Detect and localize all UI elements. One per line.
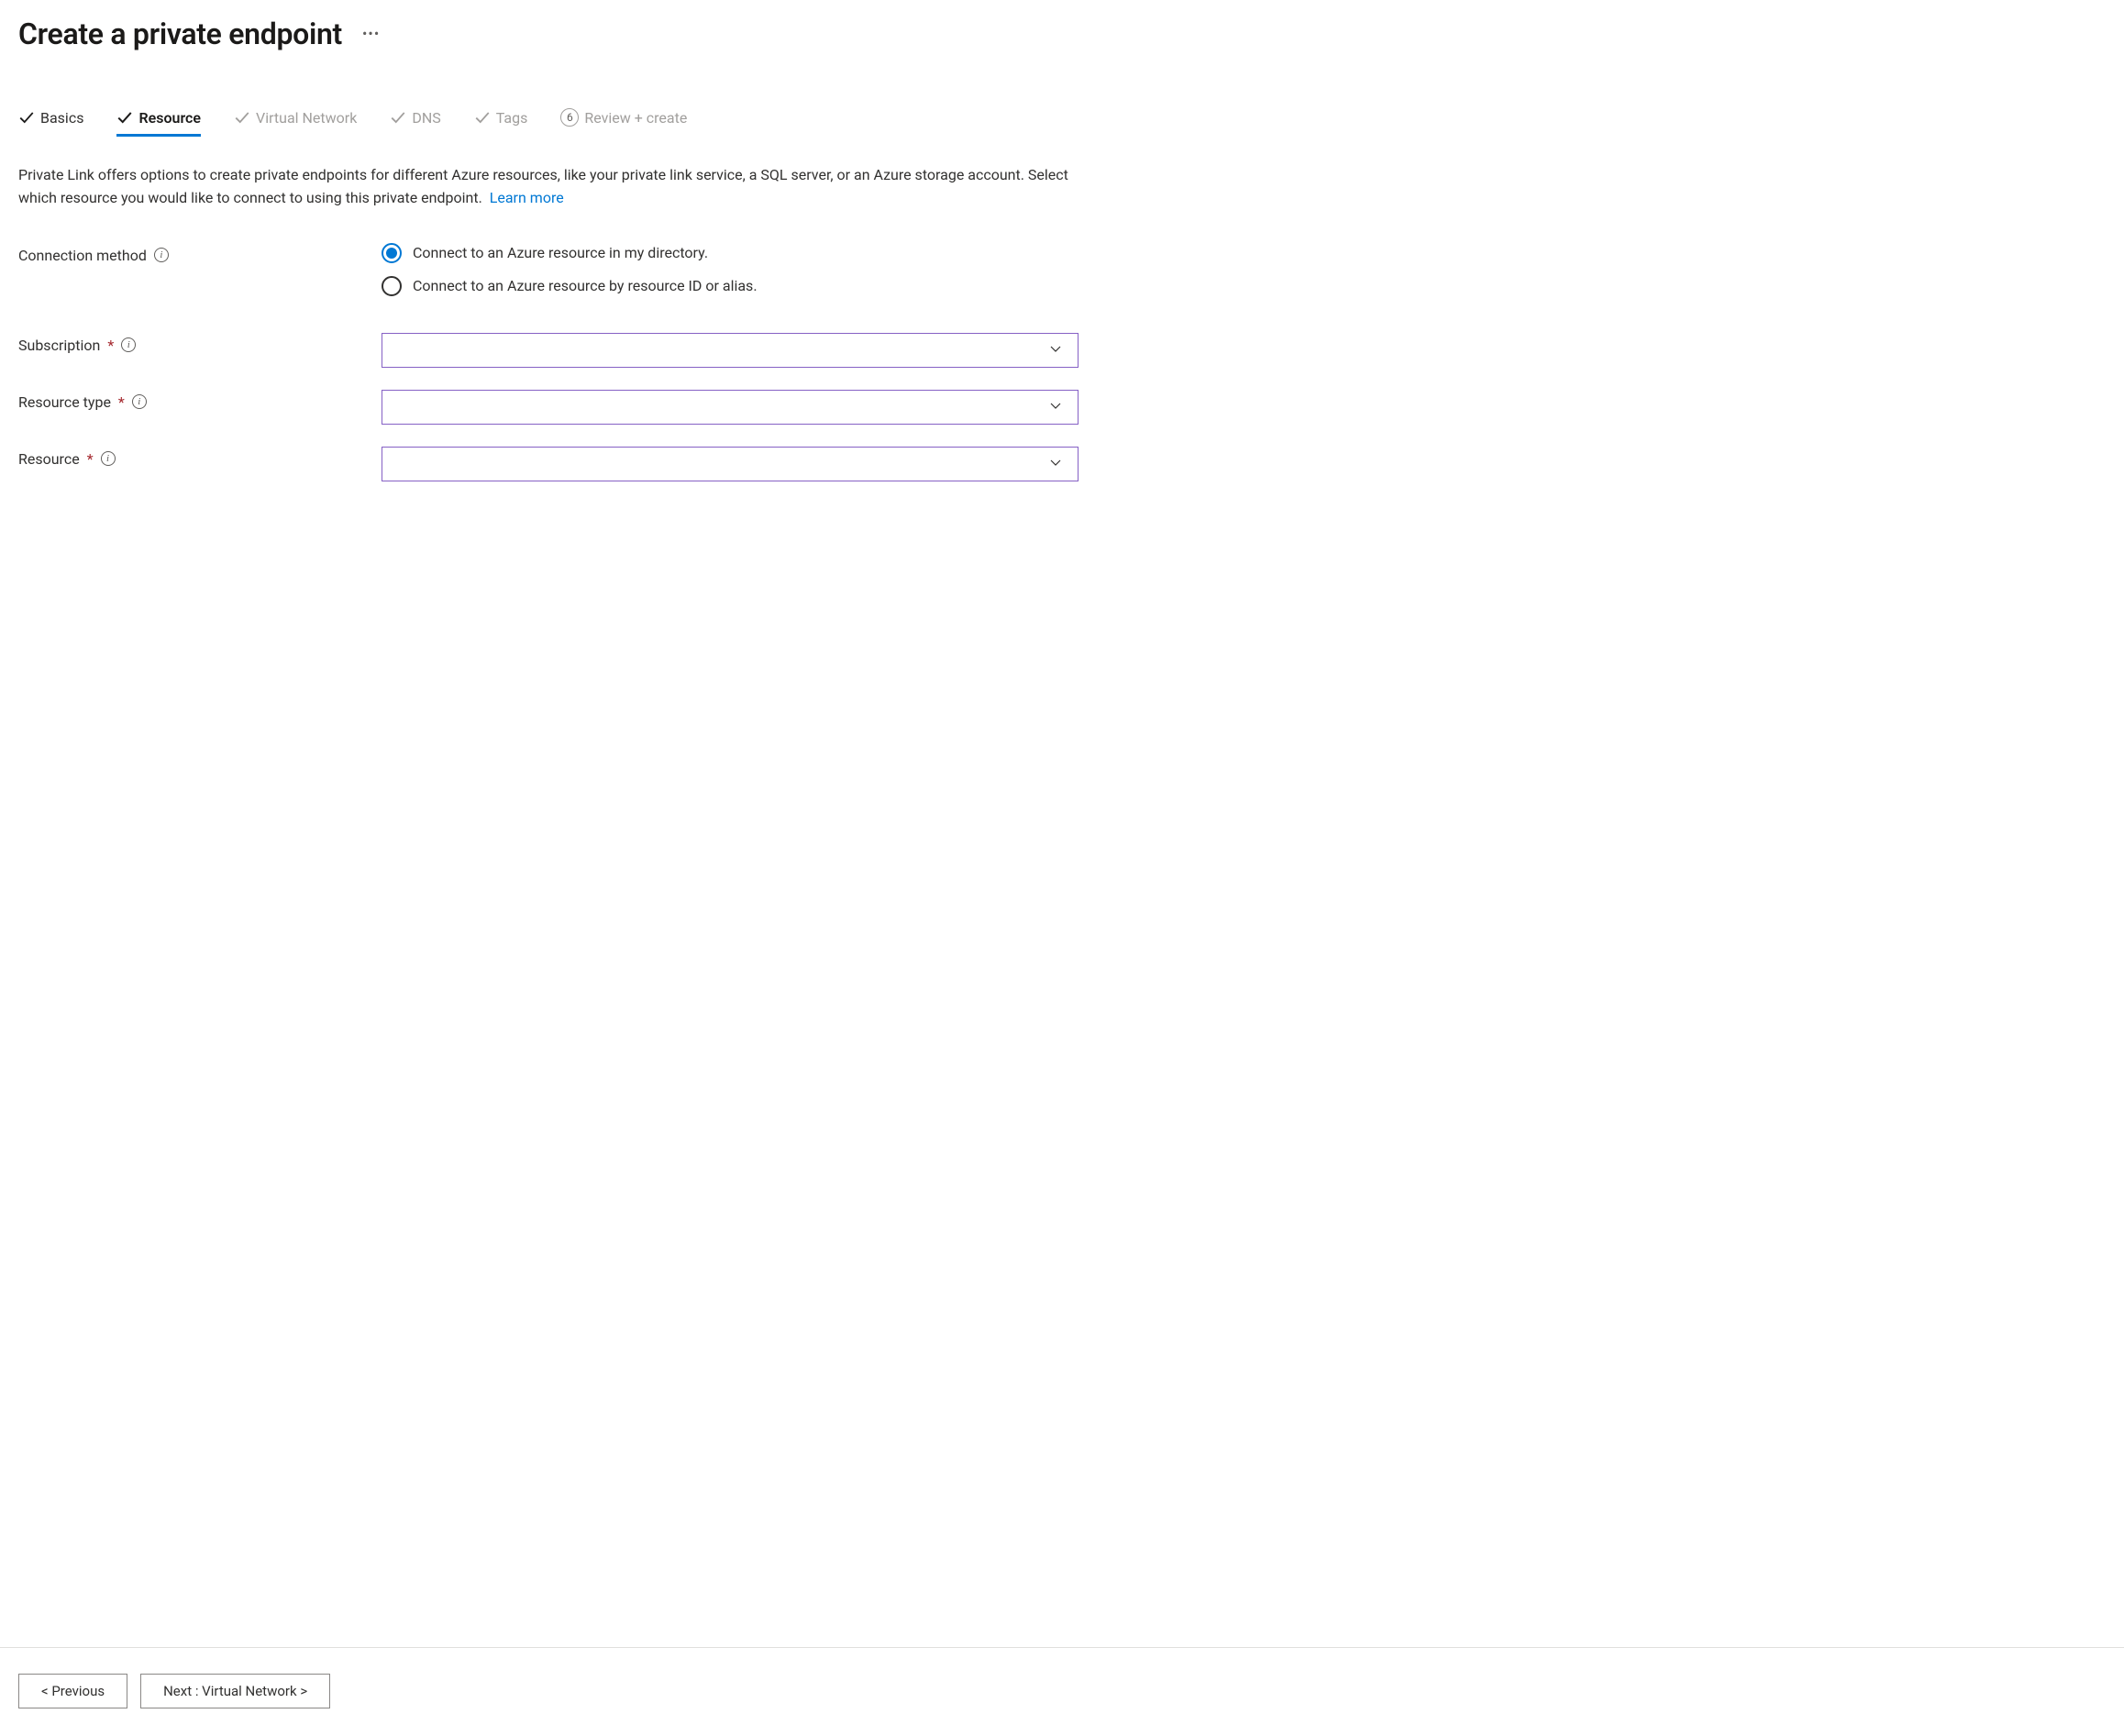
subscription-dropdown[interactable] [382, 333, 1079, 368]
resource-type-dropdown[interactable] [382, 390, 1079, 425]
chevron-down-icon [1048, 341, 1063, 359]
chevron-down-icon [1048, 455, 1063, 473]
info-icon[interactable]: i [132, 394, 147, 409]
footer-bar: < Previous Next : Virtual Network > [0, 1647, 2124, 1736]
wizard-tabs: Basics Resource Virtual Network DNS Tags… [18, 108, 2106, 137]
required-indicator: * [107, 337, 114, 354]
page-title: Create a private endpoint [18, 17, 342, 51]
radio-label: Connect to an Azure resource by resource… [413, 277, 758, 294]
checkmark-icon [390, 109, 406, 126]
previous-button[interactable]: < Previous [18, 1674, 127, 1708]
radio-connect-resource-id[interactable]: Connect to an Azure resource by resource… [382, 276, 1079, 296]
more-icon[interactable]: ••• [362, 25, 380, 44]
radio-label: Connect to an Azure resource in my direc… [413, 244, 708, 261]
description-text: Private Link offers options to create pr… [18, 164, 1082, 210]
tab-label: Virtual Network [256, 109, 357, 127]
tab-resource[interactable]: Resource [116, 108, 201, 137]
tab-tags[interactable]: Tags [474, 108, 528, 137]
resource-dropdown[interactable] [382, 447, 1079, 481]
tab-review-create[interactable]: 6 Review + create [560, 108, 687, 137]
tab-label: DNS [412, 109, 440, 127]
radio-connect-directory[interactable]: Connect to an Azure resource in my direc… [382, 243, 1079, 263]
resource-label: Resource [18, 450, 80, 468]
required-indicator: * [118, 393, 125, 411]
checkmark-icon [116, 109, 133, 126]
tab-label: Basics [40, 109, 83, 127]
radio-selected-icon [382, 243, 402, 263]
tab-label: Tags [496, 109, 528, 127]
radio-unselected-icon [382, 276, 402, 296]
connection-method-radiogroup: Connect to an Azure resource in my direc… [382, 243, 1079, 296]
checkmark-icon [474, 109, 491, 126]
connection-method-label: Connection method [18, 247, 147, 264]
info-icon[interactable]: i [121, 337, 136, 352]
subscription-label: Subscription [18, 337, 100, 354]
info-icon[interactable]: i [154, 248, 169, 262]
required-indicator: * [87, 450, 94, 468]
tab-label: Review + create [584, 109, 687, 127]
tab-virtual-network[interactable]: Virtual Network [234, 108, 357, 137]
tab-label: Resource [138, 109, 201, 127]
next-button[interactable]: Next : Virtual Network > [140, 1674, 330, 1708]
learn-more-link[interactable]: Learn more [490, 189, 564, 206]
resource-type-label: Resource type [18, 393, 111, 411]
checkmark-icon [234, 109, 250, 126]
chevron-down-icon [1048, 398, 1063, 416]
tab-dns[interactable]: DNS [390, 108, 440, 137]
tab-basics[interactable]: Basics [18, 108, 83, 137]
info-icon[interactable]: i [101, 451, 116, 466]
checkmark-icon [18, 109, 35, 126]
step-number-icon: 6 [560, 108, 579, 127]
